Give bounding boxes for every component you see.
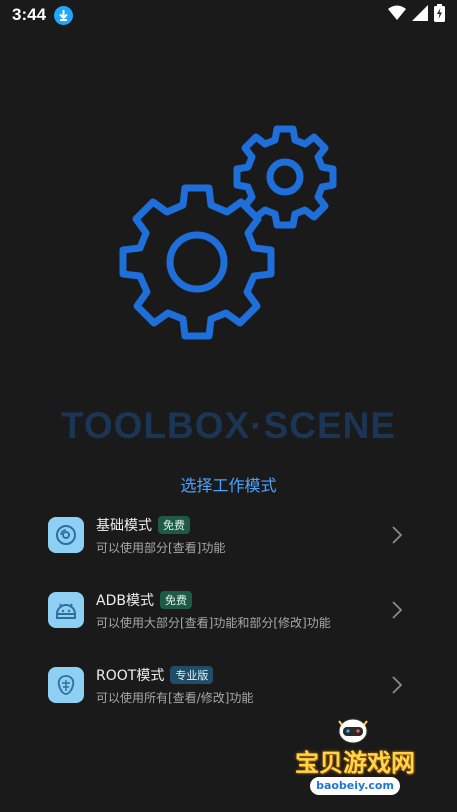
free-badge: 免费 [158,516,190,534]
status-right [388,4,445,26]
free-badge: 免费 [159,591,192,609]
status-bar: 3:44 [0,0,457,30]
disc-icon [48,517,84,553]
status-time: 3:44 [12,5,47,24]
mode-title: ADB模式 [96,593,154,609]
pro-badge: 专业版 [170,666,214,684]
battery-charging-icon [434,4,445,26]
download-icon [54,5,74,25]
watermark-logo: 宝贝游戏网 baobeiy.com [280,715,430,807]
mode-title: 基础模式 [96,518,152,534]
mode-title-row: 基础模式 免费 [96,515,190,535]
mode-item-basic[interactable]: 基础模式 免费 可以使用部分[查看]功能 [0,505,457,565]
gears-icon [119,125,337,340]
mode-title-row: ROOT模式 专业版 [96,665,214,685]
status-left: 3:44 [12,5,74,25]
mode-title-row: ADB模式 免费 [96,590,192,610]
chip-icon [48,667,84,703]
mode-title: ROOT模式 [96,668,165,684]
chevron-right-icon [392,601,403,619]
mode-description: 可以使用部分[查看]功能 [96,541,226,555]
gears-illustration [0,110,457,350]
mode-item-root[interactable]: ROOT模式 专业版 可以使用所有[查看/修改]功能 [0,655,457,715]
mode-description: 可以使用大部分[查看]功能和部分[修改]功能 [96,616,331,630]
wifi-icon [388,5,406,25]
mode-item-adb[interactable]: ADB模式 免费 可以使用大部分[查看]功能和部分[修改]功能 [0,580,457,640]
brand-title: TOOLBOX·SCENE [60,405,397,446]
chevron-right-icon [392,676,403,694]
mode-select-subtitle: 选择工作模式 [180,476,277,495]
watermark-domain: baobeiy.com [310,777,400,795]
mode-description: 可以使用所有[查看/修改]功能 [96,691,254,705]
chevron-right-icon [392,526,403,544]
watermark-title: 宝贝游戏网 [295,749,415,777]
signal-icon [412,5,428,25]
android-icon [48,592,84,628]
